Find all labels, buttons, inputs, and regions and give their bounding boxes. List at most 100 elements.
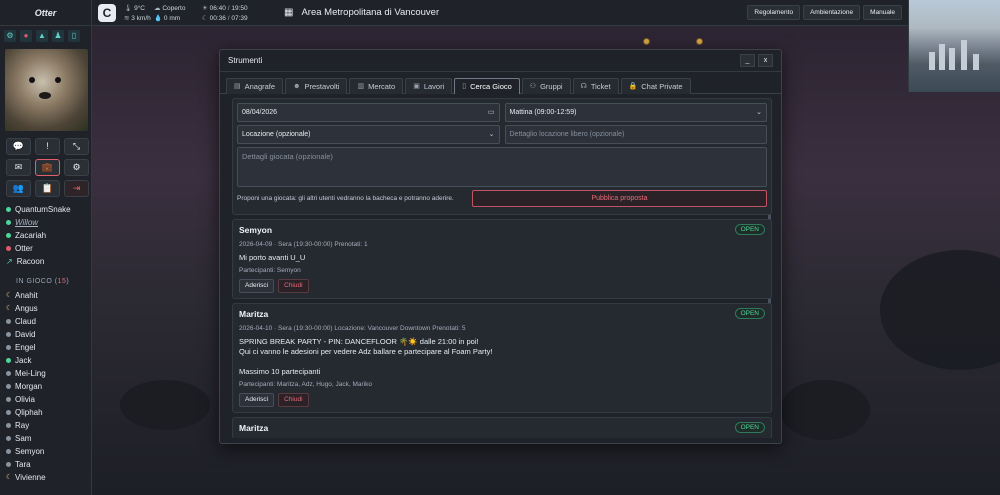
participants: Partecipanti: Semyon bbox=[239, 267, 301, 274]
briefcase-button[interactable]: 💼 bbox=[35, 159, 60, 176]
user-row[interactable]: Semyon bbox=[6, 445, 85, 458]
chat-button[interactable]: 💬 bbox=[6, 138, 31, 155]
time-slot-select[interactable]: Mattina (09:00-12:59) ⌄ bbox=[504, 103, 767, 122]
map-pin-icon[interactable] bbox=[643, 38, 650, 45]
mic-icon[interactable]: ● bbox=[20, 30, 32, 42]
moon-icon: ☾ bbox=[6, 292, 13, 299]
user-row[interactable]: ☾ Vivienne bbox=[6, 471, 85, 484]
user-row[interactable]: QuantumSnake bbox=[6, 203, 85, 216]
tab-lavori[interactable]: ▣ Lavori bbox=[405, 78, 453, 94]
publish-button[interactable]: Pubblica proposta bbox=[472, 190, 767, 207]
user-row[interactable]: Otter bbox=[6, 242, 85, 255]
moon-icon: ☾ bbox=[6, 474, 13, 481]
top-buttons: Regolamento Ambientazione Manuale bbox=[747, 5, 902, 20]
user-row[interactable]: Claud bbox=[6, 315, 85, 328]
user-name: Otter bbox=[15, 244, 33, 253]
quick-icons: ⚙ ● ▲ ♟ ▯ bbox=[0, 26, 91, 46]
user-name: Zacariah bbox=[15, 231, 47, 240]
close-button[interactable]: x bbox=[758, 54, 773, 67]
tab-ticket[interactable]: ☊ Ticket bbox=[572, 78, 619, 94]
tab-anagrafe[interactable]: ▤ Anagrafe bbox=[226, 78, 284, 94]
proposal-actions: Aderisci Chiudi bbox=[239, 393, 765, 407]
weather-panel: 🌡 9°C ☁ Coperto ☀ 06:40 / 19:50 ≋ 3 km/h… bbox=[124, 4, 272, 22]
details-textarea[interactable]: Dettagli giocata (opzionale) bbox=[237, 147, 767, 187]
logo-icon[interactable]: C bbox=[98, 3, 116, 22]
close-proposal-button[interactable]: Chiudi bbox=[278, 393, 309, 407]
clipboard-icon: 📋 bbox=[41, 183, 54, 193]
user-name: QuantumSnake bbox=[15, 205, 71, 214]
character-name: Otter bbox=[0, 0, 91, 26]
top-bar: C 🌡 9°C ☁ Coperto ☀ 06:40 / 19:50 ≋ 3 km… bbox=[92, 0, 908, 26]
date-input[interactable]: 08/04/2026 ▭ bbox=[237, 103, 500, 122]
calendar-icon[interactable]: ▭ bbox=[488, 104, 495, 121]
user-row[interactable]: Jack bbox=[6, 354, 85, 367]
tab-gruppi[interactable]: ⚇ Gruppi bbox=[521, 78, 571, 94]
join-button[interactable]: Aderisci bbox=[239, 393, 275, 407]
mail-button[interactable]: ✉ bbox=[6, 159, 31, 176]
close-proposal-button[interactable]: Chiudi bbox=[278, 279, 309, 293]
tab-label: Chat Private bbox=[641, 81, 683, 91]
tools-modal: Strumenti _ x ▤ Anagrafe ☻ Prestavolti ▥ Merc… bbox=[219, 49, 782, 444]
user-row[interactable]: Sam bbox=[6, 432, 85, 445]
user-row[interactable]: Qliphah bbox=[6, 406, 85, 419]
user-row[interactable]: Morgan bbox=[6, 380, 85, 393]
tab-cerca-gioco[interactable]: ▯ Cerca Gioco bbox=[454, 78, 520, 94]
manual-button[interactable]: Manuale bbox=[863, 5, 902, 20]
user-row[interactable]: Ray bbox=[6, 419, 85, 432]
background-rock bbox=[880, 250, 1000, 370]
collapse-button[interactable]: ⤡ bbox=[64, 138, 89, 155]
setting-button[interactable]: Ambientazione bbox=[803, 5, 861, 20]
building-icon[interactable]: ▲ bbox=[36, 30, 48, 42]
in-game-header: IN GIOCO (15) bbox=[16, 278, 70, 285]
online-users-list: QuantumSnake Willow Zacariah Otter ↗ Racoon bbox=[0, 201, 91, 270]
status-badge: OPEN bbox=[734, 422, 765, 433]
location-select[interactable]: Locazione (opzionale) ⌄ bbox=[237, 125, 500, 144]
book-icon: ▯ bbox=[462, 82, 467, 90]
avatar[interactable] bbox=[5, 49, 88, 131]
proposal-author: Maritza bbox=[239, 309, 269, 319]
join-button[interactable]: Aderisci bbox=[239, 279, 275, 293]
user-row[interactable]: ☾ Angus bbox=[6, 302, 85, 315]
proposal-meta: 2026-04-10 · Sera (19:30-00:00) Locazion… bbox=[239, 325, 466, 332]
location-thumbnail[interactable] bbox=[908, 0, 1000, 92]
calendar-icon[interactable]: ▦ bbox=[284, 7, 293, 18]
status-badge: OPEN bbox=[734, 308, 765, 319]
user-name: Morgan bbox=[15, 382, 43, 391]
user-row[interactable]: David bbox=[6, 328, 85, 341]
masks-icon: ☻ bbox=[293, 82, 301, 90]
proposal-meta: 2026-04-09 · Sera (19:30-00:00) Prenotat… bbox=[239, 241, 368, 248]
logout-button[interactable]: ⇥ bbox=[64, 180, 89, 197]
clipboard-button[interactable]: 📋 bbox=[35, 180, 60, 197]
chevron-down-icon: ⌄ bbox=[488, 131, 495, 138]
user-row[interactable]: ☾ Anahit bbox=[6, 289, 85, 302]
minimize-button[interactable]: _ bbox=[740, 54, 755, 67]
participants: Partecipanti: Maritza, Adz, Hugo, Jack, … bbox=[239, 381, 372, 388]
person-icon[interactable]: ♟ bbox=[52, 30, 64, 42]
proposal-card: Maritza OPEN bbox=[232, 417, 772, 438]
user-name: Anahit bbox=[15, 291, 38, 300]
tab-prestavolti[interactable]: ☻ Prestavolti bbox=[285, 78, 348, 94]
user-name: David bbox=[15, 330, 36, 339]
proposal-author: Maritza bbox=[239, 423, 269, 433]
user-row[interactable]: Engel bbox=[6, 341, 85, 354]
phone-icon[interactable]: ▯ bbox=[68, 30, 80, 42]
location-detail-input[interactable]: Dettaglio locazione libero (opzionale) bbox=[504, 125, 767, 144]
temperature: 🌡 9°C bbox=[124, 4, 145, 12]
rules-button[interactable]: Regolamento bbox=[747, 5, 801, 20]
alert-button[interactable]: ! bbox=[35, 138, 60, 155]
map-pin-icon[interactable] bbox=[696, 38, 703, 45]
gear-button[interactable]: ⚙ bbox=[64, 159, 89, 176]
user-row[interactable]: Olivia bbox=[6, 393, 85, 406]
sun-times: ☀ 06:40 / 19:50 bbox=[202, 4, 248, 12]
user-row[interactable]: Mei-Ling bbox=[6, 367, 85, 380]
user-row[interactable]: Zacariah bbox=[6, 229, 85, 242]
user-row[interactable]: Tara bbox=[6, 458, 85, 471]
group-button[interactable]: 👥 bbox=[6, 180, 31, 197]
tab-mercato[interactable]: ▥ Mercato bbox=[349, 78, 404, 94]
status-dot bbox=[6, 345, 11, 350]
tab-chat-private[interactable]: 🔒 Chat Private bbox=[620, 78, 691, 94]
user-row[interactable]: ↗ Racoon bbox=[6, 255, 85, 268]
tab-label: Gruppi bbox=[540, 81, 563, 91]
user-row[interactable]: Willow bbox=[6, 216, 85, 229]
gear-icon[interactable]: ⚙ bbox=[4, 30, 16, 42]
